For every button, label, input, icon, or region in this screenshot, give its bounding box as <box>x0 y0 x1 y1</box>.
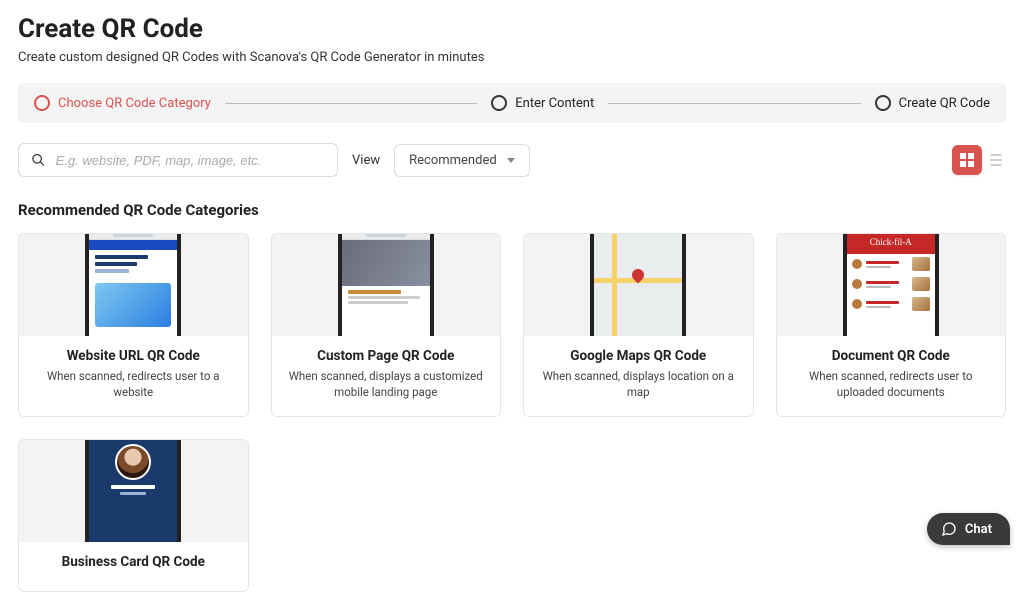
controls-row: View Recommended <box>18 143 1006 177</box>
step-label: Create QR Code <box>899 96 990 111</box>
list-icon <box>990 154 1002 156</box>
step-indicator-icon <box>491 95 507 111</box>
list-view-button[interactable] <box>986 150 1006 170</box>
view-select[interactable]: Recommended <box>394 144 530 177</box>
search-icon <box>31 152 46 168</box>
card-desc: When scanned, displays location on a map <box>534 369 743 400</box>
phone-mockup <box>590 234 686 336</box>
section-title: Recommended QR Code Categories <box>18 201 1006 219</box>
step-choose-category[interactable]: Choose QR Code Category <box>34 95 211 111</box>
card-preview <box>272 234 501 336</box>
step-indicator-icon <box>34 95 50 111</box>
search-box[interactable] <box>18 143 338 177</box>
step-label: Choose QR Code Category <box>58 96 211 111</box>
page-title: Create QR Code <box>18 14 1006 44</box>
category-cards-grid: Website URL QR Code When scanned, redire… <box>18 233 1006 592</box>
phone-mockup: Chick-fil-A <box>843 234 939 336</box>
phone-mockup <box>85 234 181 336</box>
card-preview: Chick-fil-A <box>777 234 1006 336</box>
step-divider <box>608 103 860 104</box>
chat-button[interactable]: Chat <box>927 513 1010 545</box>
card-desc: When scanned, redirects user to uploaded… <box>787 369 996 400</box>
avatar <box>115 444 151 480</box>
card-business-card[interactable]: Business Card QR Code <box>18 439 249 592</box>
view-toggle-group <box>952 145 1006 175</box>
grid-icon <box>960 153 974 167</box>
card-desc: When scanned, displays a customized mobi… <box>282 369 491 400</box>
page-subtitle: Create custom designed QR Codes with Sca… <box>18 50 1006 65</box>
stepper: Choose QR Code Category Enter Content Cr… <box>18 83 1006 123</box>
card-title: Document QR Code <box>787 348 996 364</box>
card-preview <box>19 440 248 542</box>
card-document[interactable]: Chick-fil-A Document QR Code When scanne… <box>776 233 1007 417</box>
chat-icon <box>941 521 957 537</box>
step-indicator-icon <box>875 95 891 111</box>
view-select-value: Recommended <box>409 153 497 168</box>
view-label: View <box>352 153 380 168</box>
phone-mockup <box>338 234 434 336</box>
card-title: Custom Page QR Code <box>282 348 491 364</box>
card-website-url[interactable]: Website URL QR Code When scanned, redire… <box>18 233 249 417</box>
card-title: Google Maps QR Code <box>534 348 743 364</box>
phone-mockup <box>85 440 181 542</box>
document-brand-label: Chick-fil-A <box>870 237 912 247</box>
card-title: Website URL QR Code <box>29 348 238 364</box>
card-preview <box>19 234 248 336</box>
step-label: Enter Content <box>515 96 594 111</box>
step-create-qr[interactable]: Create QR Code <box>875 95 990 111</box>
search-input[interactable] <box>56 153 325 168</box>
chat-label: Chat <box>965 522 992 537</box>
grid-view-button[interactable] <box>952 145 982 175</box>
step-enter-content[interactable]: Enter Content <box>491 95 594 111</box>
card-title: Business Card QR Code <box>29 554 238 570</box>
card-custom-page[interactable]: Custom Page QR Code When scanned, displa… <box>271 233 502 417</box>
chevron-down-icon <box>507 158 515 163</box>
card-google-maps[interactable]: Google Maps QR Code When scanned, displa… <box>523 233 754 417</box>
card-desc: When scanned, redirects user to a websit… <box>29 369 238 400</box>
step-divider <box>225 103 477 104</box>
card-preview <box>524 234 753 336</box>
